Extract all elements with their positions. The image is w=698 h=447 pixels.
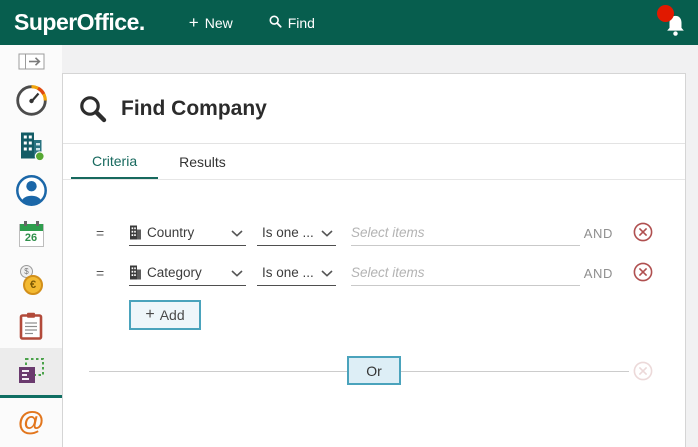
circled-x-icon	[633, 222, 653, 242]
selections-icon	[19, 357, 44, 383]
field-dropdown[interactable]: Category	[129, 260, 246, 286]
sidebar-expand-button[interactable]	[0, 45, 62, 78]
find-button-label: Find	[287, 14, 315, 31]
sidebar-item-sales[interactable]: $ €	[0, 258, 62, 303]
at-sign-icon: @	[17, 405, 45, 436]
tab-results[interactable]: Results	[158, 144, 247, 179]
clipboard-icon	[19, 312, 43, 340]
search-icon	[80, 95, 107, 122]
or-group-button[interactable]: Or	[347, 356, 401, 385]
plus-icon: +	[145, 306, 155, 323]
criteria-row: = Country Is one ... Select items AND	[63, 206, 685, 246]
sidebar-item-diary[interactable]: 26	[0, 213, 62, 258]
criteria-row: = Category Is one ... Select items AND	[63, 246, 685, 286]
condition-dropdown-value: Is one ...	[262, 225, 314, 240]
field-dropdown-value: Category	[147, 265, 202, 280]
search-icon	[269, 15, 282, 31]
page-title: Find Company	[121, 96, 267, 120]
panel-header: Find Company	[63, 74, 685, 144]
value-select-input[interactable]	[351, 260, 580, 286]
sidebar: 26 $ € @	[0, 45, 62, 447]
sidebar-item-contacts[interactable]	[0, 168, 62, 213]
remove-criteria-button[interactable]	[633, 222, 653, 242]
operator-label: =	[96, 225, 105, 241]
expand-sidebar-icon	[18, 53, 44, 70]
condition-dropdown-value: Is one ...	[262, 265, 314, 280]
superoffice-logo[interactable]: SuperOffice.	[14, 9, 145, 36]
tab-criteria[interactable]: Criteria	[71, 144, 159, 179]
remove-or-group-button-disabled	[633, 361, 653, 381]
criteria-section: = Country Is one ... Select items AND = …	[63, 180, 685, 386]
field-dropdown[interactable]: Country	[129, 220, 246, 246]
sidebar-item-mailings[interactable]: @	[0, 398, 62, 443]
operator-label: =	[96, 265, 105, 281]
conjunction-label: AND	[583, 266, 613, 281]
new-button[interactable]: + New	[188, 12, 233, 32]
find-button[interactable]: Find	[269, 15, 315, 31]
top-nav: + New Find	[188, 12, 315, 32]
sidebar-item-dashboard[interactable]	[0, 78, 62, 123]
company-field-icon	[130, 225, 141, 240]
add-button-label: Add	[159, 307, 185, 323]
chevron-down-icon	[321, 224, 333, 242]
plus-icon: +	[188, 12, 199, 32]
notifications-button[interactable]	[657, 4, 690, 41]
top-bar: SuperOffice. + New Find	[0, 0, 698, 45]
sidebar-item-companies[interactable]	[0, 123, 62, 168]
field-dropdown-value: Country	[147, 225, 195, 240]
circled-x-icon	[633, 262, 653, 282]
tab-bar: Criteria Results	[63, 144, 685, 180]
company-building-icon	[20, 132, 45, 161]
chevron-down-icon	[321, 264, 333, 282]
contact-person-icon	[15, 175, 47, 206]
euro-coin-icon: €	[23, 275, 43, 295]
chevron-down-icon	[231, 264, 243, 282]
chevron-down-icon	[231, 224, 243, 242]
conjunction-label: AND	[583, 226, 613, 241]
dashboard-gauge-icon	[15, 85, 47, 116]
notification-badge	[657, 4, 674, 22]
find-company-panel: Find Company Criteria Results = Country	[62, 73, 686, 447]
circled-x-icon	[633, 361, 653, 381]
new-button-label: New	[204, 14, 233, 31]
company-field-icon	[130, 265, 141, 280]
sidebar-item-projects[interactable]	[0, 303, 62, 348]
or-group-row: Or	[63, 356, 685, 386]
calendar-day-number: 26	[24, 232, 38, 244]
condition-dropdown[interactable]: Is one ...	[257, 260, 336, 286]
coins-icon: $ €	[16, 265, 46, 296]
remove-criteria-button[interactable]	[633, 262, 653, 282]
sidebar-item-selections[interactable]	[0, 348, 62, 398]
value-select-input[interactable]	[351, 220, 580, 246]
calendar-icon-header	[19, 221, 43, 231]
add-criteria-button[interactable]: + Add	[129, 300, 201, 330]
calendar-icon: 26	[18, 221, 44, 247]
condition-dropdown[interactable]: Is one ...	[257, 220, 336, 246]
